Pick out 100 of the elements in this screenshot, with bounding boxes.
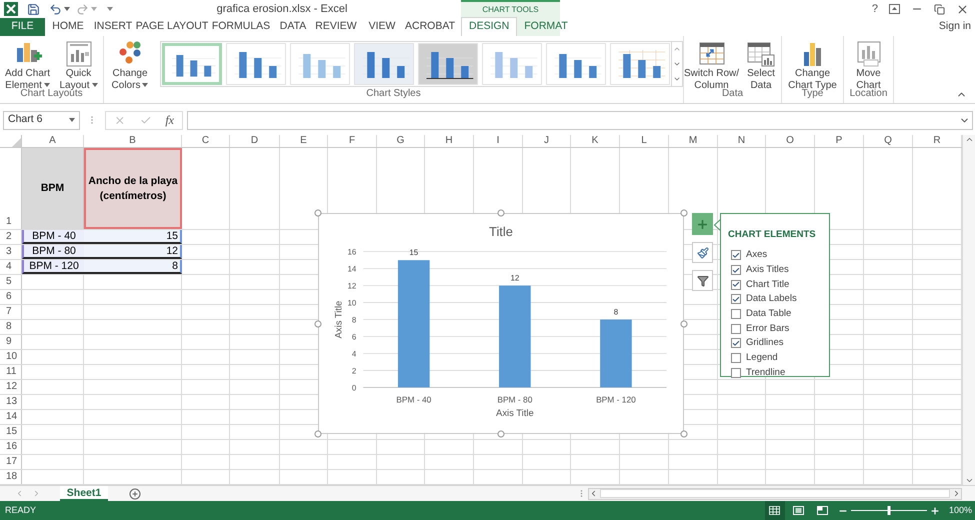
checkbox[interactable] — [731, 353, 741, 364]
chart-style-thumbnail[interactable] — [418, 43, 478, 85]
row-header[interactable]: 16 — [0, 440, 22, 454]
row-header[interactable]: 6 — [0, 290, 22, 304]
chart-element-option[interactable]: Data Labels — [721, 292, 829, 307]
save-icon[interactable] — [27, 2, 40, 16]
ribbon-tab[interactable]: DATA — [273, 18, 313, 36]
column-header[interactable]: I — [474, 135, 523, 147]
add-sheet-icon[interactable] — [129, 488, 141, 500]
resize-handle[interactable] — [314, 320, 322, 327]
sign-in-link[interactable]: Sign in — [938, 19, 971, 35]
bar[interactable] — [398, 260, 430, 388]
next-sheet-icon[interactable] — [32, 489, 41, 498]
checkbox[interactable] — [731, 250, 741, 260]
resize-handle[interactable] — [680, 210, 688, 216]
zoom-in-icon[interactable] — [930, 506, 940, 516]
file-tab[interactable]: FILE — [0, 18, 45, 36]
column-header[interactable]: P — [815, 135, 864, 147]
column-header[interactable]: A — [22, 135, 84, 147]
column-header[interactable]: H — [425, 135, 474, 147]
checkbox[interactable] — [731, 338, 741, 348]
page-break-view-icon[interactable] — [816, 506, 828, 515]
ribbon-tab[interactable]: VIEW — [359, 18, 405, 36]
row-header[interactable]: 10 — [0, 350, 22, 364]
spreadsheet-logo-icon[interactable] — [4, 2, 18, 16]
formula-input[interactable] — [187, 110, 973, 130]
ribbon-tab[interactable]: FORMAT — [517, 17, 575, 36]
display-options-icon[interactable] — [889, 4, 900, 14]
ribbon-tab[interactable]: FORMULAS — [209, 18, 273, 36]
column-header[interactable]: Q — [864, 135, 913, 147]
help-button[interactable]: ? — [872, 0, 878, 18]
undo-icon[interactable] — [49, 2, 62, 16]
name-box[interactable]: Chart 6 — [3, 110, 80, 130]
row-header[interactable]: 12 — [0, 380, 22, 394]
chart-element-option[interactable]: Axes — [721, 248, 829, 263]
horizontal-scrollbar[interactable] — [588, 488, 962, 500]
column-header[interactable]: O — [766, 135, 815, 147]
chart-style-thumbnail[interactable] — [546, 43, 606, 85]
ribbon-button[interactable]: Change Colors — [104, 37, 156, 92]
resize-handle[interactable] — [680, 430, 688, 438]
chart-element-option[interactable]: Legend — [721, 350, 829, 366]
previous-sheet-icon[interactable] — [15, 489, 24, 498]
column-header[interactable]: F — [328, 135, 377, 147]
row-header[interactable]: 7 — [0, 305, 22, 319]
column-header[interactable]: G — [377, 135, 425, 147]
axis-title[interactable]: Axis Title — [496, 407, 534, 418]
chart-element-option[interactable]: Axis Titles — [721, 262, 829, 278]
checkbox[interactable] — [731, 294, 741, 304]
page-layout-view-icon[interactable] — [792, 506, 804, 515]
sheet-tab[interactable]: Sheet1 — [60, 486, 108, 501]
axis-title[interactable]: Axis Title — [332, 300, 344, 338]
row-header[interactable]: 14 — [0, 410, 22, 424]
chart-elements-button[interactable] — [692, 213, 713, 235]
chart-style-thumbnail[interactable] — [226, 43, 286, 85]
chart-element-option[interactable]: Gridlines — [721, 336, 829, 351]
chart-element-option[interactable]: Error Bars — [721, 321, 829, 336]
chart-filters-button[interactable] — [692, 270, 713, 291]
column-header[interactable]: M — [669, 135, 718, 147]
checkbox[interactable] — [731, 280, 741, 290]
chart-style-thumbnail[interactable] — [162, 43, 222, 85]
column-header[interactable]: B — [84, 135, 182, 147]
resize-handle[interactable] — [498, 210, 504, 216]
chart-element-option[interactable]: Trendline — [721, 366, 829, 380]
row-header[interactable]: 5 — [0, 275, 22, 289]
chart-style-thumbnail[interactable] — [354, 43, 414, 85]
row-header[interactable]: 17 — [0, 455, 22, 469]
scroll-down-icon[interactable] — [964, 476, 974, 485]
row-header[interactable]: 15 — [0, 425, 22, 439]
ribbon-tab[interactable]: DESIGN — [461, 17, 518, 36]
close-icon[interactable] — [956, 2, 969, 16]
row-header[interactable]: 9 — [0, 335, 22, 349]
checkbox[interactable] — [731, 324, 741, 334]
column-header[interactable]: C — [182, 135, 230, 147]
redo-icon[interactable] — [76, 2, 89, 16]
chart-element-option[interactable]: Data Table — [721, 306, 829, 322]
column-header[interactable]: K — [571, 135, 620, 147]
chart-title[interactable]: Title — [489, 224, 513, 239]
checkbox[interactable] — [731, 368, 741, 378]
checkbox[interactable] — [731, 265, 741, 276]
normal-view-button[interactable] — [764, 501, 785, 520]
column-header[interactable]: N — [718, 135, 766, 147]
scroll-up-icon[interactable] — [964, 135, 974, 144]
row-header[interactable]: 8 — [0, 320, 22, 334]
column-header[interactable]: L — [620, 135, 669, 147]
resize-handle[interactable] — [498, 430, 504, 438]
chart-style-thumbnail[interactable] — [290, 43, 350, 85]
chart-element-option[interactable]: Chart Title — [721, 277, 829, 292]
insert-function-button[interactable]: fx — [165, 111, 174, 129]
checkbox[interactable] — [731, 309, 741, 320]
column-header[interactable]: E — [280, 135, 328, 147]
ribbon-tab[interactable]: INSERT — [91, 18, 135, 36]
slider-thumb[interactable] — [887, 506, 890, 515]
ribbon-tab[interactable]: ACROBAT — [405, 18, 455, 36]
ribbon-tab[interactable]: HOME — [45, 18, 91, 36]
ribbon-tab[interactable]: PAGE LAYOUT — [135, 18, 209, 36]
vertical-scrollbar[interactable] — [962, 135, 975, 485]
row-header[interactable]: 11 — [0, 365, 22, 379]
chart-style-thumbnail[interactable] — [482, 43, 542, 85]
chart-styles-button[interactable] — [692, 242, 713, 263]
ribbon-tab[interactable]: REVIEW — [313, 18, 359, 36]
